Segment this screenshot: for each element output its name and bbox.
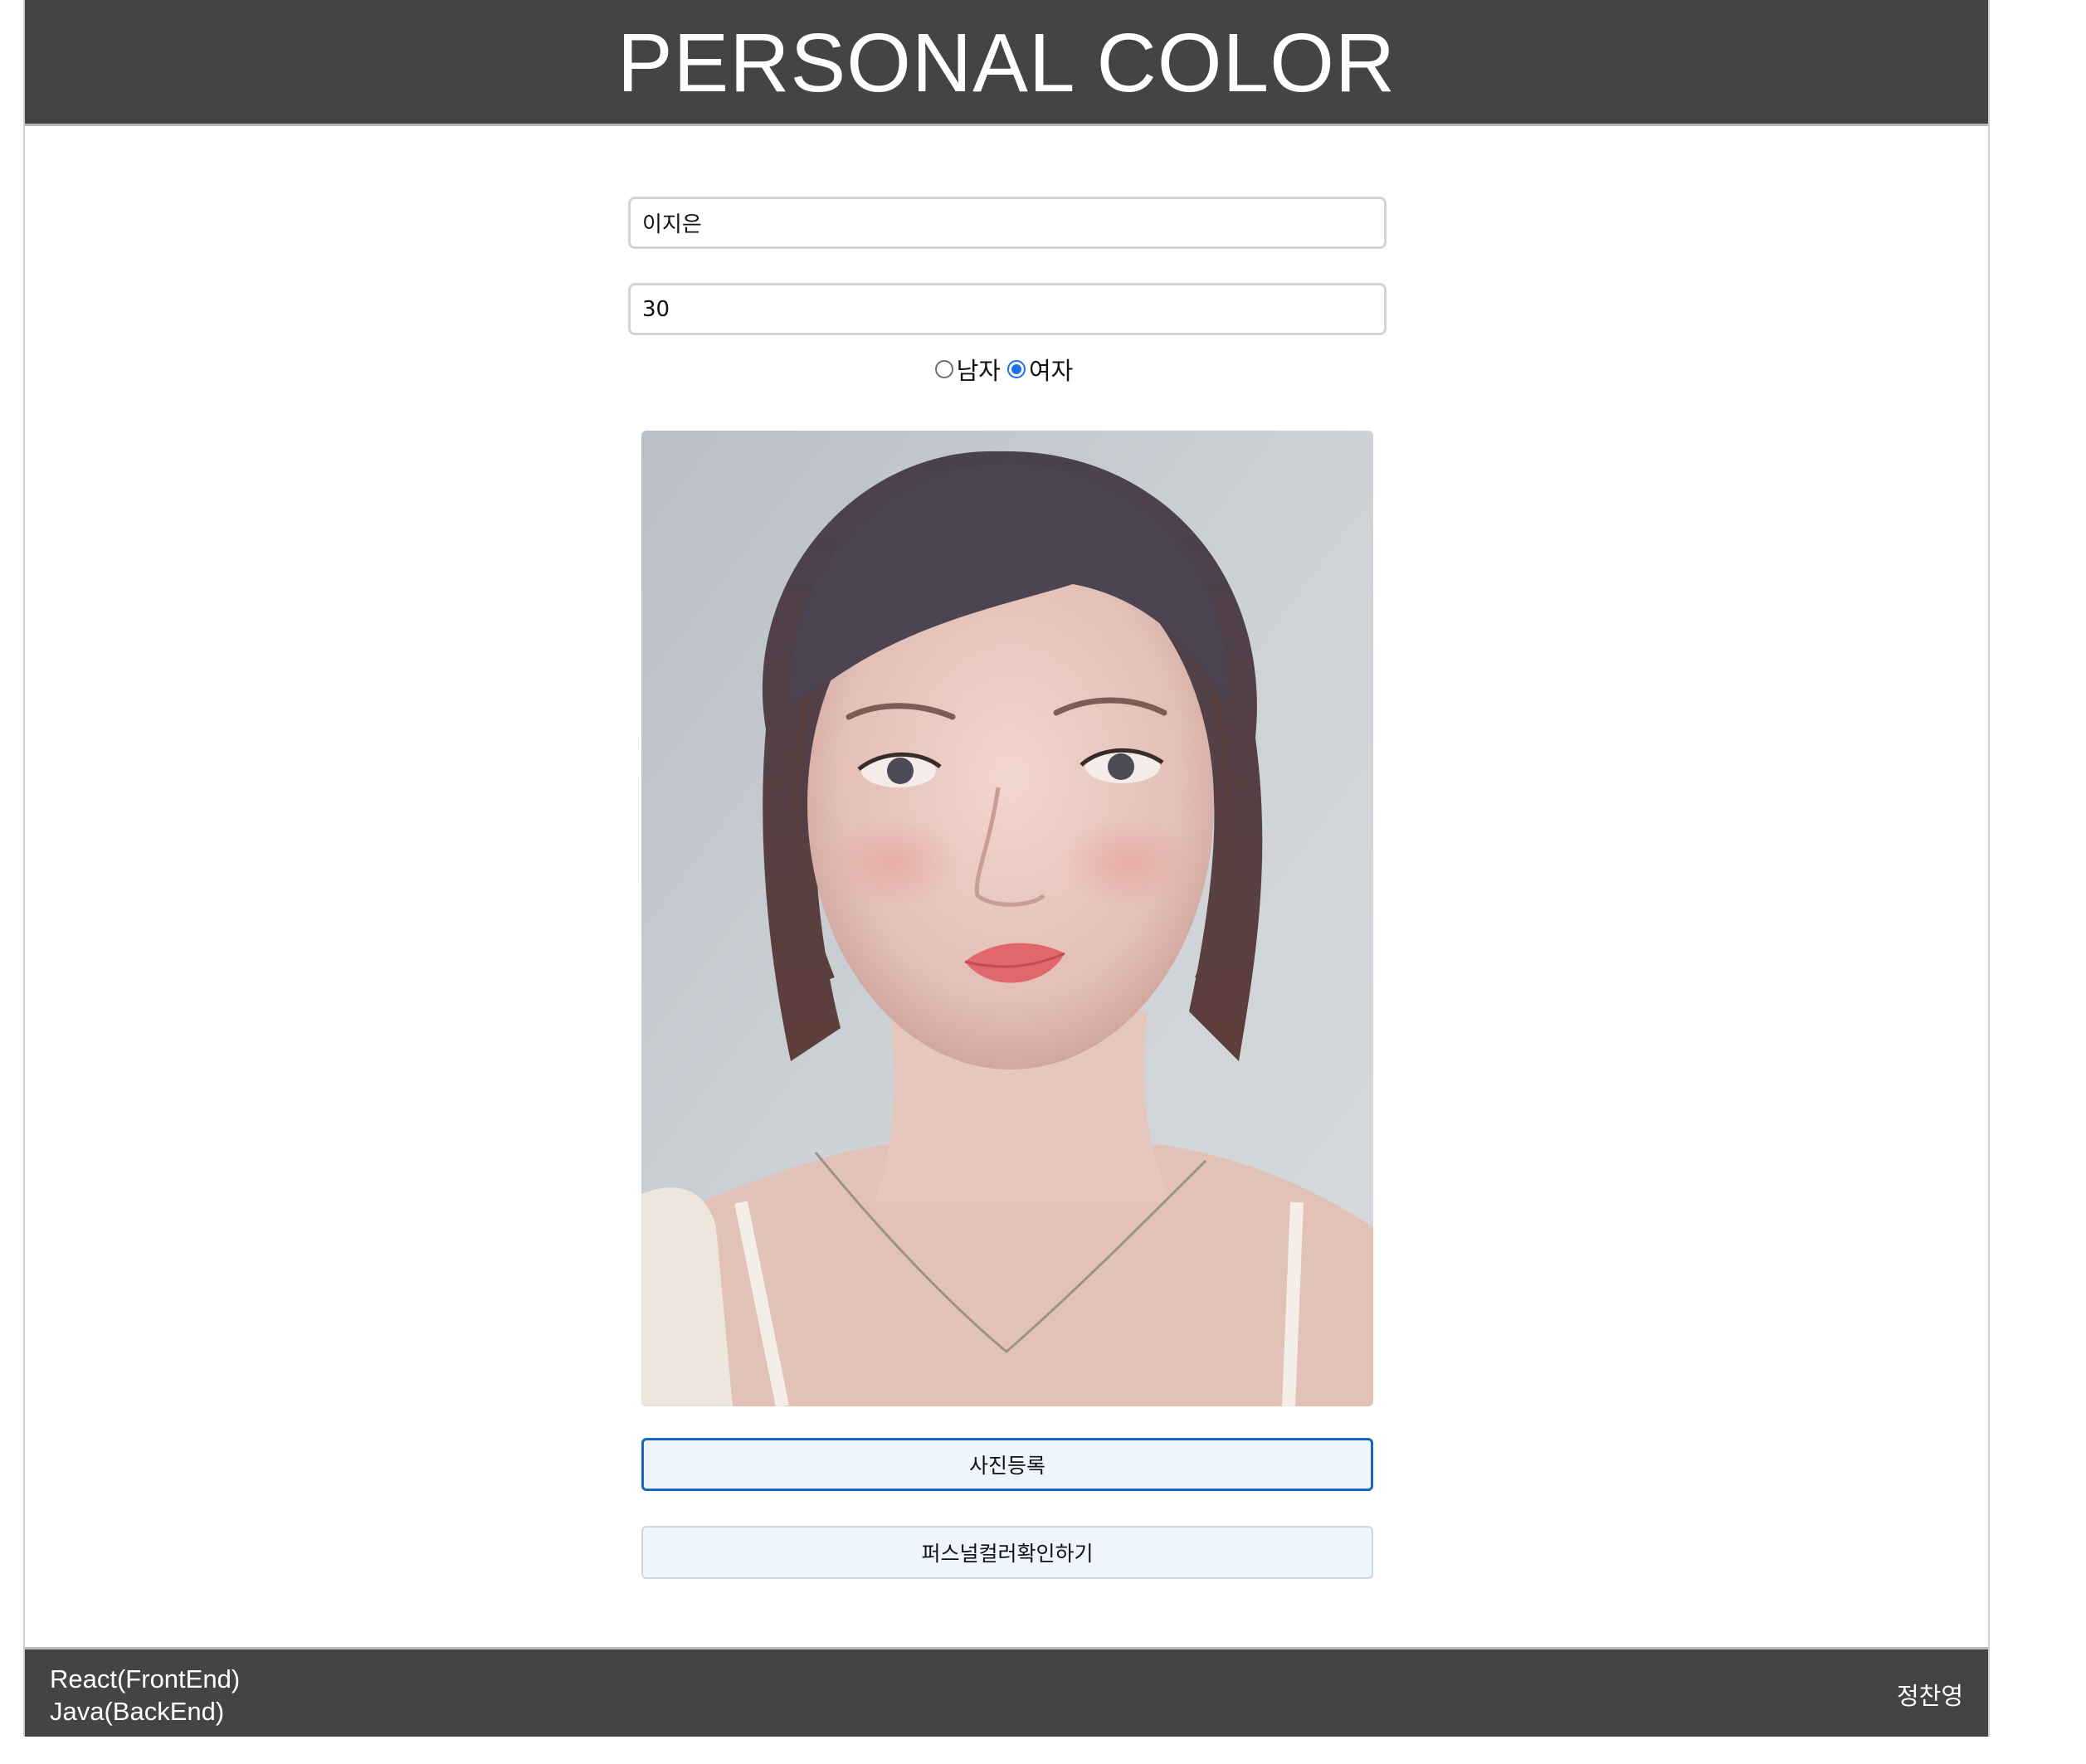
gender-radio-female[interactable]	[1007, 360, 1026, 378]
backend-text: Java(BackEnd)	[50, 1697, 225, 1726]
age-input[interactable]	[628, 283, 1387, 335]
gender-label-female[interactable]: 여자	[1029, 352, 1073, 387]
app-container: PERSONAL COLOR 남자 여자	[23, 0, 1990, 1737]
page-header: PERSONAL COLOR	[25, 0, 1988, 126]
page-footer: React(FrontEnd) Java(BackEnd) 정찬영	[25, 1647, 1988, 1737]
tech-stack: React(FrontEnd) Java(BackEnd)	[50, 1663, 240, 1727]
uploaded-photo	[641, 431, 1373, 1406]
gender-label-male[interactable]: 남자	[957, 352, 1001, 387]
page-title: PERSONAL COLOR	[617, 16, 1396, 110]
portrait-photo-icon	[641, 431, 1373, 1406]
author-name: 정찬영	[1896, 1682, 1963, 1710]
frontend-text: React(FrontEnd)	[50, 1664, 241, 1693]
check-personal-color-label: 퍼스널컬러확인하기	[921, 1542, 1094, 1566]
name-input[interactable]	[628, 197, 1387, 249]
upload-photo-button[interactable]: 사진등록	[641, 1438, 1373, 1491]
gender-radio-group: 남자 여자	[25, 348, 1988, 390]
check-personal-color-button[interactable]: 퍼스널컬러확인하기	[641, 1526, 1373, 1579]
gender-radio-male[interactable]	[934, 360, 953, 378]
upload-photo-label: 사진등록	[968, 1454, 1045, 1478]
